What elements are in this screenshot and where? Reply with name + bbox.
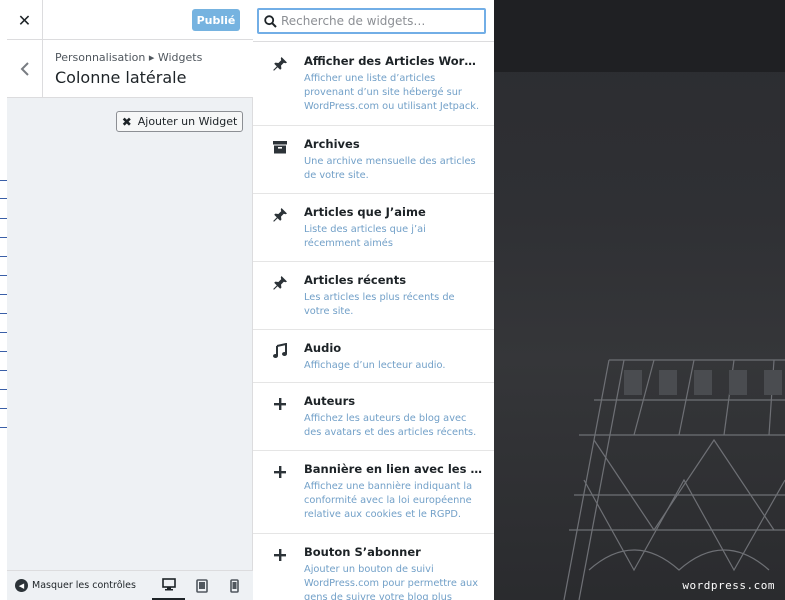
arrow-left-icon: ◀ [15,579,28,592]
widget-title: Auteurs [304,394,356,408]
close-icon: ✕ [17,10,32,30]
widget-item-audio[interactable]: Audio Affichage d’un lecteur audio. [253,330,494,383]
add-widget-button[interactable]: ✖ Ajouter un Widget [116,111,243,132]
chevron-left-icon [20,62,29,76]
widget-search-input[interactable] [281,14,481,28]
back-button[interactable] [7,40,43,98]
section-header: Personnalisation ▸ Widgets Colonne latér… [7,40,253,98]
search-icon [259,14,281,28]
eiffel-tower-image [563,359,785,600]
widget-item-display-wordpress-posts[interactable]: Afficher des Articles WordPress Afficher… [253,43,494,126]
widget-description: Afficher une liste d’articles provenant … [304,73,480,112]
tablet-icon [195,579,208,593]
collapse-controls-button[interactable]: ◀ Masquer les contrôles [15,579,136,592]
watermark: wordpress.com [682,579,775,592]
sidebar-footer: ◀ Masquer les contrôles [7,570,253,600]
desktop-icon [161,578,176,591]
widget-item-cookie-banner[interactable]: Bannière en lien avec les cookies Affich… [253,451,494,534]
widget-title: Afficher des Articles WordPress [304,54,484,68]
widget-description: Affichez les auteurs de blog avec des av… [304,413,477,438]
device-desktop-button[interactable] [152,571,185,600]
section-title: Colonne latérale [55,68,187,87]
plus-icon [271,395,289,413]
widget-title: Audio [304,341,342,355]
widget-title: Bouton S’abonner [304,545,421,559]
widget-search-box [257,8,486,34]
archive-icon [271,138,289,156]
device-tablet-button[interactable] [185,571,218,600]
collapse-label: Masquer les contrôles [32,580,136,591]
customizer-sidebar: ✕ Publié Personnalisation ▸ Widgets Colo… [7,0,253,600]
site-preview: wordpress.com [494,0,785,600]
widget-description: Une archive mensuelle des articles de vo… [304,156,476,181]
close-customizer-button[interactable]: ✕ [7,0,43,40]
plus-icon [271,546,289,564]
widget-title: Articles que J’aime [304,205,426,219]
widget-item-authors[interactable]: Auteurs Affichez les auteurs de blog ave… [253,383,494,451]
preview-header-bar [494,0,785,72]
pin-icon [271,274,289,292]
plus-icon [271,463,289,481]
widget-title: Archives [304,137,360,151]
widget-list: Afficher des Articles WordPress Afficher… [253,43,494,600]
widget-description: Affichez une bannière indiquant la confo… [304,481,473,520]
mobile-icon [230,579,239,593]
pin-icon [271,206,289,224]
add-widget-label: Ajouter un Widget [137,115,238,128]
available-widgets-panel: Afficher des Articles WordPress Afficher… [253,0,494,600]
underlying-page-edge [0,0,7,600]
widget-title: Bannière en lien avec les cookies [304,462,484,476]
widget-description: Les articles les plus récents de votre s… [304,292,455,317]
sidebar-header: ✕ Publié [7,0,253,40]
widget-description: Liste des articles que j’ai récemment ai… [304,224,426,249]
widget-item-subscribe-button[interactable]: Bouton S’abonner Ajouter un bouton de su… [253,534,494,600]
widget-description: Affichage d’un lecteur audio. [304,360,446,371]
publish-button[interactable]: Publié [192,9,240,31]
music-icon [271,342,289,360]
close-x-icon: ✖ [121,114,132,129]
device-mobile-button[interactable] [218,571,251,600]
widget-item-recent-posts[interactable]: Articles récents Les articles les plus r… [253,262,494,330]
widget-item-archives[interactable]: Archives Une archive mensuelle des artic… [253,126,494,194]
widget-description: Ajouter un bouton de suivi WordPress.com… [304,564,478,600]
pin-icon [271,55,289,73]
breadcrumb: Personnalisation ▸ Widgets [55,51,203,64]
widget-item-liked-posts[interactable]: Articles que J’aime Liste des articles q… [253,194,494,262]
widget-search-area [253,0,494,42]
widget-title: Articles récents [304,273,407,287]
